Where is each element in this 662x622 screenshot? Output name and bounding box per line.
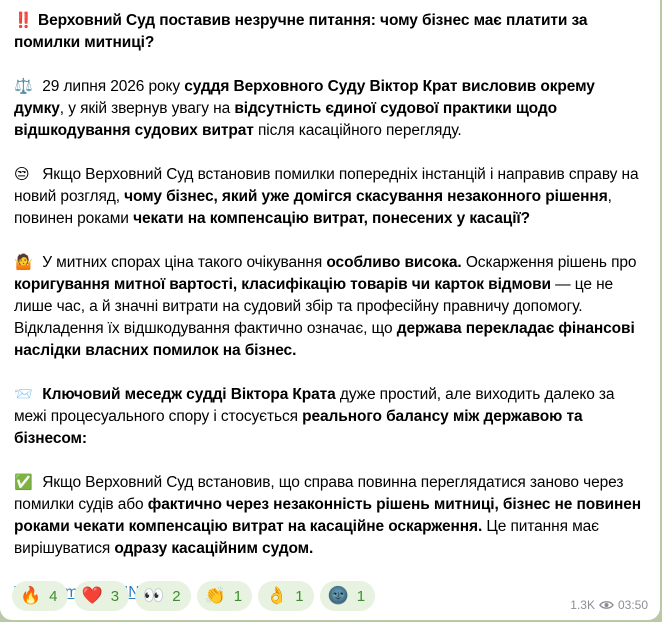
- reaction-heart[interactable]: ❤️ 3: [73, 581, 130, 611]
- p1-text-1: 29 липня 2026 року: [38, 78, 185, 95]
- paragraph-4: 📨 Ключовий меседж судді Віктора Крата ду…: [14, 384, 646, 450]
- reaction-fire[interactable]: 🔥 4: [12, 581, 68, 611]
- p2-bold-1: чому бізнес, який уже домігся скасування…: [124, 188, 608, 205]
- heart-icon: ❤️: [81, 586, 103, 605]
- paragraph-1: ⚖️ 29 липня 2026 року суддя Верховного С…: [14, 76, 646, 142]
- reaction-count: 1: [233, 587, 243, 605]
- reaction-moon[interactable]: 🌚 1: [319, 581, 376, 611]
- paragraph-2: 😒 Якщо Верховний Суд встановив помилки п…: [14, 164, 646, 230]
- p3-bold-2: коригування митної вартості, класифікаці…: [14, 276, 551, 293]
- p1-text-2: , у якій звернув увагу на: [59, 100, 235, 117]
- reaction-clap[interactable]: 👏 1: [196, 581, 253, 611]
- p1-text-3: після касаційного перегляду.: [253, 122, 462, 139]
- new-moon-face-icon: 🌚: [327, 586, 349, 605]
- ok-hand-icon: 👌: [266, 586, 288, 605]
- p5-bold-2: одразу касаційним судом.: [114, 540, 314, 557]
- reaction-count: 1: [295, 587, 304, 605]
- reaction-ok[interactable]: 👌 1: [258, 581, 314, 611]
- p3-text-2: Оскарження рішень про: [461, 254, 637, 271]
- envelope-icon: 📨: [14, 386, 33, 403]
- p4-bold-1: Ключовий меседж судді Віктора Крата: [38, 386, 336, 403]
- reaction-eyes[interactable]: 👀 2: [135, 581, 191, 611]
- double-exclamation-icon: ‼️: [14, 12, 33, 29]
- title-text: Верховний Суд поставив незручне питання:…: [14, 12, 588, 51]
- reaction-count: 3: [110, 587, 120, 605]
- reactions-bar: 🔥 4 ❤️ 3 👀 2 👏 1 👌 1 🌚 1: [12, 581, 376, 611]
- unamused-face-icon: 😒: [14, 166, 30, 183]
- paragraph-3: 🤷 У митних спорах ціна такого очікування…: [14, 252, 646, 362]
- reaction-count: 1: [356, 587, 366, 605]
- p3-text-1: У митних спорах ціна такого очікування: [38, 254, 327, 271]
- p3-bold-1: особливо висока.: [326, 254, 462, 271]
- reaction-count: 4: [49, 587, 58, 605]
- clapping-hands-icon: 👏: [204, 586, 226, 605]
- view-count: 1.3K: [570, 598, 595, 612]
- message-meta: 1.3K 03:50: [570, 598, 648, 612]
- reaction-count: 2: [172, 587, 181, 605]
- message-text: ‼️ Верховний Суд поставив незручне питанн…: [14, 10, 646, 560]
- message-title: ‼️ Верховний Суд поставив незручне питанн…: [14, 10, 646, 54]
- shrug-icon: 🤷: [14, 254, 33, 271]
- eye-icon: [599, 601, 614, 609]
- message-time: 03:50: [617, 598, 648, 612]
- scales-icon: ⚖️: [14, 78, 33, 95]
- fire-icon: 🔥: [20, 586, 42, 605]
- message-bubble: ‼️ Верховний Суд поставив незручне питанн…: [0, 0, 660, 620]
- eyes-icon: 👀: [143, 586, 165, 605]
- check-mark-icon: ✅: [14, 474, 33, 491]
- paragraph-5: ✅ Якщо Верховний Суд встановив, що справ…: [14, 472, 646, 560]
- p2-bold-2: чекати на компенсацію витрат, понесених …: [133, 210, 531, 227]
